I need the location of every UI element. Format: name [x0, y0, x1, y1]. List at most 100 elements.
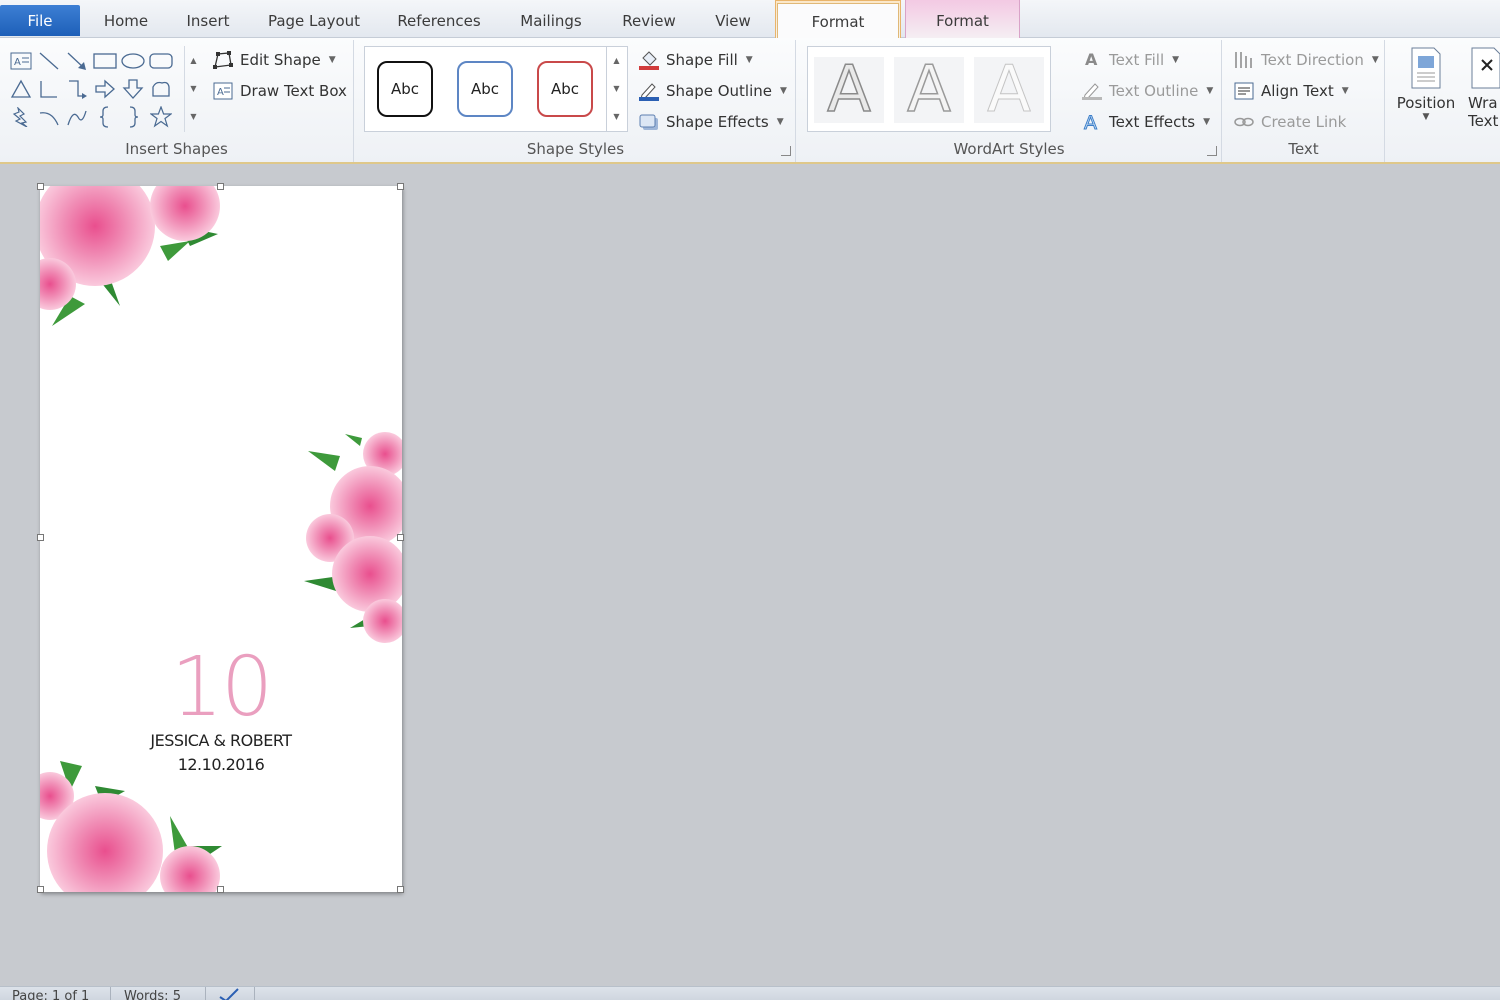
- word-count[interactable]: Words: 5: [124, 989, 181, 1000]
- wordart-preset-2[interactable]: A: [894, 52, 964, 128]
- wordart-styles-group-label: WordArt Styles: [953, 140, 1065, 158]
- group-wordart-styles: A A A A Text Fill ▼ Text Outline ▼ A Text …: [797, 40, 1222, 162]
- scroll-down-icon[interactable]: ▼: [185, 74, 202, 102]
- more-shapes-icon[interactable]: ▼: [185, 102, 202, 130]
- svg-text:A: A: [217, 87, 224, 98]
- chevron-down-icon: ▼: [780, 86, 787, 96]
- curve-shape-icon[interactable]: [64, 104, 90, 130]
- shape-style-preset-red[interactable]: Abc: [537, 61, 593, 117]
- paint-bucket-icon: [638, 50, 660, 70]
- star-shape-icon[interactable]: [148, 104, 174, 130]
- shape-styles-gallery: Abc Abc Abc: [364, 46, 628, 132]
- more-styles-icon[interactable]: ▼: [607, 102, 626, 130]
- edit-shape-button[interactable]: Edit Shape ▼: [212, 48, 336, 72]
- selection-handle-right[interactable]: [397, 534, 404, 541]
- wrap-text-icon: [1471, 47, 1500, 89]
- align-text-icon: [1233, 81, 1255, 101]
- freeform-shape-icon[interactable]: [148, 76, 174, 102]
- shape-styles-scroll[interactable]: ▲ ▼ ▼: [606, 46, 626, 132]
- edit-shape-icon: [212, 50, 234, 70]
- status-divider: [254, 987, 255, 1000]
- position-label: Position: [1396, 94, 1456, 112]
- arrow-shape-icon[interactable]: [64, 48, 90, 74]
- text-effects-button[interactable]: A Text Effects ▼: [1081, 110, 1211, 135]
- scroll-down-icon[interactable]: ▼: [607, 74, 626, 102]
- tab-insert[interactable]: Insert: [176, 6, 240, 38]
- group-insert-shapes: A ▲ ▼ ▼ Edit Shape ▼ A Draw Text Box Ins…: [0, 40, 354, 162]
- tab-file[interactable]: File: [0, 5, 80, 36]
- down-arrow-shape-icon[interactable]: [120, 76, 146, 102]
- text-box-shape-icon[interactable]: A: [8, 48, 34, 74]
- text-fill-button[interactable]: A Text Fill ▼: [1081, 48, 1179, 72]
- text-fill-label: Text Fill: [1109, 51, 1165, 69]
- selection-handle-left[interactable]: [37, 534, 44, 541]
- tab-page-layout[interactable]: Page Layout: [262, 6, 366, 38]
- arc-shape-icon[interactable]: [36, 104, 62, 130]
- svg-text:A: A: [14, 57, 21, 68]
- create-link-button[interactable]: Create Link: [1233, 110, 1346, 134]
- tab-format-drawing[interactable]: Format: [777, 3, 899, 39]
- lightning-shape-icon[interactable]: [8, 104, 34, 130]
- text-group-label: Text: [1288, 140, 1319, 158]
- selection-handle-top[interactable]: [217, 183, 224, 190]
- oval-shape-icon[interactable]: [120, 48, 146, 74]
- selection-handle-bottom-left[interactable]: [37, 886, 44, 893]
- proofing-icon[interactable]: [216, 987, 242, 1000]
- rose-cluster-right-icon: [304, 432, 402, 643]
- triangle-shape-icon[interactable]: [8, 76, 34, 102]
- selection-handle-bottom[interactable]: [217, 886, 224, 893]
- right-brace-shape-icon[interactable]: [120, 104, 146, 130]
- shape-fill-button[interactable]: Shape Fill ▼: [638, 48, 753, 72]
- tab-format-picture[interactable]: Format: [906, 4, 1019, 36]
- shape-effects-button[interactable]: Shape Effects ▼: [638, 110, 784, 134]
- shapes-gallery-scroll[interactable]: ▲ ▼ ▼: [184, 46, 202, 132]
- dialog-launcher-icon[interactable]: [1207, 146, 1217, 156]
- draw-text-box-button[interactable]: A Draw Text Box: [212, 79, 347, 103]
- shape-style-preset-blue[interactable]: Abc: [457, 61, 513, 117]
- scroll-up-icon[interactable]: ▲: [185, 46, 202, 74]
- svg-text:A: A: [1085, 50, 1098, 69]
- chevron-down-icon: ▼: [1371, 55, 1379, 65]
- position-icon: [1411, 47, 1441, 89]
- wedding-date: 12.10.2016: [177, 755, 265, 774]
- page-count[interactable]: Page: 1 of 1: [12, 989, 89, 1000]
- shape-outline-label: Shape Outline: [666, 82, 773, 100]
- tab-home[interactable]: Home: [92, 6, 160, 38]
- selection-handle-bottom-right[interactable]: [397, 886, 404, 893]
- wordart-preset-1[interactable]: A: [814, 52, 884, 128]
- wrap-text-button[interactable]: Wra Text: [1468, 46, 1500, 130]
- insert-shapes-group-label: Insert Shapes: [125, 140, 228, 158]
- edit-shape-label: Edit Shape: [240, 51, 321, 69]
- align-text-button[interactable]: Align Text ▼: [1233, 79, 1349, 103]
- couple-names: JESSICA & ROBERT: [150, 731, 292, 750]
- tab-references[interactable]: References: [390, 6, 488, 38]
- pencil-icon: [638, 81, 660, 101]
- line-shape-icon[interactable]: [36, 48, 62, 74]
- group-arrange: Position ▼ Wra Text: [1386, 40, 1500, 162]
- shape-style-preset-black[interactable]: Abc: [377, 61, 433, 117]
- right-arrow-shape-icon[interactable]: [92, 76, 118, 102]
- scroll-up-icon[interactable]: ▲: [607, 46, 626, 74]
- elbow-arrow-connector-icon[interactable]: [64, 76, 90, 102]
- elbow-connector-icon[interactable]: [36, 76, 62, 102]
- draw-text-box-label: Draw Text Box: [240, 82, 347, 100]
- rectangle-shape-icon[interactable]: [92, 48, 118, 74]
- group-text: Text Direction ▼ Align Text ▼ Create Link …: [1223, 40, 1385, 162]
- text-direction-icon: [1233, 50, 1255, 70]
- selection-handle-top-right[interactable]: [397, 183, 404, 190]
- tab-mailings[interactable]: Mailings: [510, 6, 592, 38]
- text-direction-button[interactable]: Text Direction ▼: [1233, 48, 1379, 72]
- wordart-preset-3[interactable]: A: [974, 53, 1044, 128]
- tab-review[interactable]: Review: [614, 6, 684, 38]
- wordart-gallery-scroll[interactable]: [1054, 47, 1072, 133]
- left-brace-shape-icon[interactable]: [92, 104, 118, 130]
- dialog-launcher-icon[interactable]: [781, 146, 791, 156]
- shape-outline-button[interactable]: Shape Outline ▼: [638, 79, 787, 103]
- tab-view[interactable]: View: [706, 6, 760, 38]
- text-outline-button[interactable]: Text Outline ▼: [1081, 79, 1213, 103]
- shape-fill-label: Shape Fill: [666, 51, 738, 69]
- rounded-rectangle-shape-icon[interactable]: [148, 48, 174, 74]
- selection-handle-top-left[interactable]: [37, 183, 44, 190]
- document-page[interactable]: 10 JESSICA & ROBERT 12.10.2016: [40, 186, 402, 892]
- position-button[interactable]: Position ▼: [1394, 46, 1458, 130]
